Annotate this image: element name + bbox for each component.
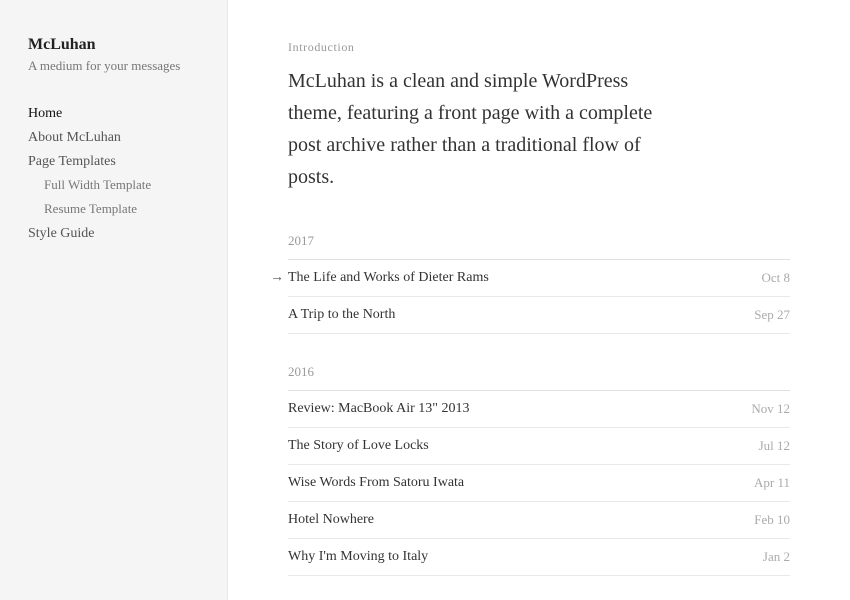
post-title-link[interactable]: Review: MacBook Air 13" 2013: [288, 401, 469, 417]
main-content: Introduction McLuhan is a clean and simp…: [228, 0, 850, 600]
post-title-link[interactable]: Wise Words From Satoru Iwata: [288, 475, 464, 491]
post-title-link[interactable]: The Life and Works of Dieter Rams: [288, 270, 489, 286]
intro-label: Introduction: [288, 40, 790, 55]
year-label-2016: 2016: [288, 364, 790, 380]
table-row: A Trip to the North Sep 27: [288, 297, 790, 334]
table-row: The Life and Works of Dieter Rams Oct 8: [288, 260, 790, 297]
post-date: Jan 2: [763, 549, 790, 565]
post-date: Oct 8: [761, 270, 790, 286]
sidebar-item-full-width-template[interactable]: Full Width Template: [28, 176, 199, 194]
table-row: Hotel Nowhere Feb 10: [288, 502, 790, 539]
sidebar-item-page-templates[interactable]: Page Templates: [28, 152, 199, 170]
post-date: Jul 12: [759, 438, 790, 454]
sidebar-item-resume-template[interactable]: Resume Template: [28, 200, 199, 218]
post-list-2017: The Life and Works of Dieter Rams Oct 8 A …: [288, 259, 790, 334]
sidebar-link-page-templates[interactable]: Page Templates: [28, 154, 116, 169]
post-date: Feb 10: [754, 512, 790, 528]
table-row: Review: MacBook Air 13" 2013 Nov 12: [288, 391, 790, 428]
year-label-2017: 2017: [288, 233, 790, 249]
sidebar-item-about-mcluhan[interactable]: About McLuhan: [28, 128, 199, 146]
post-title-link[interactable]: Why I'm Moving to Italy: [288, 549, 428, 565]
sidebar-nav: Home About McLuhan Page Templates Full W…: [28, 104, 199, 242]
sidebar-link-full-width-template[interactable]: Full Width Template: [44, 177, 151, 192]
table-row: The Story of Love Locks Jul 12: [288, 428, 790, 465]
post-title-link[interactable]: Hotel Nowhere: [288, 512, 374, 528]
post-date: Nov 12: [751, 401, 790, 417]
table-row: Why I'm Moving to Italy Jan 2: [288, 539, 790, 576]
sidebar-link-about[interactable]: About McLuhan: [28, 130, 121, 145]
year-section-2016: 2016 Review: MacBook Air 13" 2013 Nov 12 Th…: [288, 364, 790, 576]
post-sections: 2017 The Life and Works of Dieter Rams Oct…: [288, 233, 790, 600]
year-section-2017: 2017 The Life and Works of Dieter Rams Oct…: [288, 233, 790, 334]
post-list-2016: Review: MacBook Air 13" 2013 Nov 12 The St…: [288, 390, 790, 576]
sidebar-link-resume-template[interactable]: Resume Template: [44, 201, 137, 216]
post-title-link[interactable]: A Trip to the North: [288, 307, 395, 323]
sidebar-item-home[interactable]: Home: [28, 104, 199, 122]
sidebar: McLuhan A medium for your messages Home …: [0, 0, 228, 600]
post-date: Sep 27: [754, 307, 790, 323]
sidebar-link-home[interactable]: Home: [28, 106, 62, 121]
site-tagline: A medium for your messages: [28, 58, 199, 74]
site-title[interactable]: McLuhan: [28, 36, 199, 54]
post-date: Apr 11: [754, 475, 790, 491]
table-row: Wise Words From Satoru Iwata Apr 11: [288, 465, 790, 502]
intro-text: McLuhan is a clean and simple WordPress …: [288, 65, 668, 193]
sidebar-link-style-guide[interactable]: Style Guide: [28, 226, 95, 241]
post-title-link[interactable]: The Story of Love Locks: [288, 438, 429, 454]
sidebar-item-style-guide[interactable]: Style Guide: [28, 224, 199, 242]
